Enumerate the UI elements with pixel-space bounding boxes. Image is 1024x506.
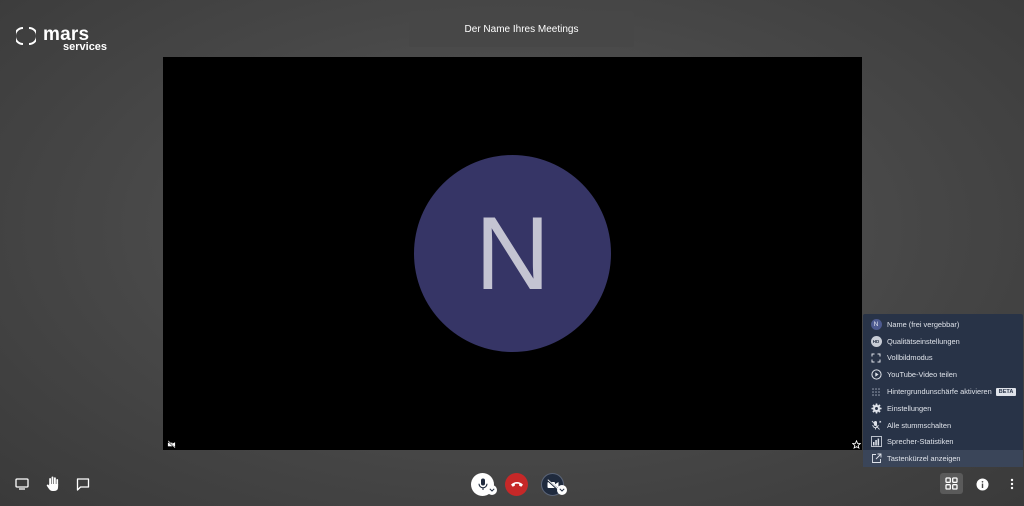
chevron-down-icon [489,488,495,492]
menu-item-label: Einstellungen [887,403,932,413]
menu-item-background-blur[interactable]: Hintergrundunschärfe aktivieren BETA [863,383,1023,400]
info-icon [976,478,988,490]
menu-item-settings[interactable]: Einstellungen [863,400,1023,417]
camera-muted-indicator-icon [167,440,176,449]
more-vert-icon [1010,478,1014,490]
menu-item-label: Tastenkürzel anzeigen [887,454,961,464]
hd-icon: HD [870,335,882,347]
microphone-icon [477,478,488,490]
raise-hand-icon [46,476,59,491]
audio-options-caret[interactable] [487,485,497,495]
raise-hand-button[interactable] [44,475,62,493]
beta-badge: BETA [995,387,1017,396]
participant-avatar: N [414,155,611,352]
brand-logo: mars services [16,24,116,54]
menu-item-label: Hintergrundunschärfe aktivieren [887,387,992,397]
hangup-button[interactable] [505,473,528,496]
more-actions-menu: N Name (frei vergebbar) HD Qualitätseins… [863,314,1023,468]
mute-all-icon [871,420,881,430]
play-circle-icon [870,369,882,380]
external-link-icon [871,453,881,464]
star-icon[interactable] [852,440,861,449]
menu-item-label: Vollbildmodus [887,353,933,363]
screen-share-button[interactable] [14,476,30,492]
blur-icon [872,387,880,396]
menu-item-label: Qualitätseinstellungen [887,336,960,346]
chat-button[interactable] [75,476,91,492]
meeting-title[interactable]: Der Name Ihres Meetings [409,11,634,47]
gear-icon [870,403,882,414]
tile-view-icon [945,477,958,490]
menu-item-quality-settings[interactable]: HD Qualitätseinstellungen [863,333,1023,350]
menu-item-keyboard-shortcuts[interactable]: Tastenkürzel anzeigen [863,450,1023,468]
fullscreen-icon [871,353,881,363]
avatar-icon: N [870,318,882,330]
more-actions-button[interactable] [1004,476,1020,492]
menu-item-mute-all[interactable]: Alle stummschalten [863,417,1023,434]
menu-item-label: Alle stummschalten [887,420,952,430]
tile-view-button[interactable] [940,473,963,494]
video-options-caret[interactable] [557,485,567,495]
menu-item-name[interactable]: N Name (frei vergebbar) [863,316,1023,333]
info-button[interactable] [974,476,990,492]
menu-item-label: YouTube-Video teilen [887,370,957,380]
menu-item-label: Sprecher-Statistiken [887,437,954,447]
chevron-down-icon [559,488,565,492]
stats-icon [870,436,882,448]
hangup-icon [510,482,523,487]
menu-item-speaker-stats[interactable]: Sprecher-Statistiken [863,434,1023,451]
chat-icon [76,477,90,491]
logo-sub-text: services [63,41,108,53]
menu-item-share-youtube[interactable]: YouTube-Video teilen [863,366,1023,383]
menu-item-label: Name (frei vergebbar) [887,319,960,329]
large-video-stage: N [163,57,862,450]
logo-ring-icon [16,27,36,45]
menu-item-fullscreen[interactable]: Vollbildmodus [863,350,1023,367]
screen-share-icon [15,478,29,490]
